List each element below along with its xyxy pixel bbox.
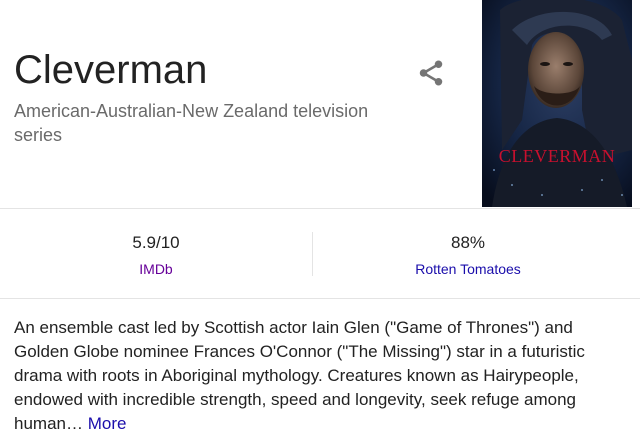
divider xyxy=(0,298,640,299)
panel-header: Cleverman American-Australian-New Zealan… xyxy=(0,0,640,208)
description: An ensemble cast led by Scottish actor I… xyxy=(14,316,620,436)
rating-source-link[interactable]: Rotten Tomatoes xyxy=(312,258,624,280)
knowledge-panel: Cleverman American-Australian-New Zealan… xyxy=(0,0,640,439)
share-icon[interactable] xyxy=(416,58,446,88)
show-title: Cleverman xyxy=(14,48,208,92)
rating-imdb: 5.9/10 IMDb xyxy=(0,232,312,280)
imdb-link[interactable]: IMDb xyxy=(139,261,172,277)
rotten-tomatoes-link[interactable]: Rotten Tomatoes xyxy=(415,261,521,277)
divider xyxy=(0,208,640,209)
more-link[interactable]: More xyxy=(88,414,127,433)
rating-source-link[interactable]: IMDb xyxy=(0,258,312,280)
rating-score: 5.9/10 xyxy=(132,233,180,252)
rating-rotten-tomatoes: 88% Rotten Tomatoes xyxy=(312,232,624,280)
svg-text:CLEVERMAN: CLEVERMAN xyxy=(499,146,616,166)
show-subtitle: American-Australian-New Zealand televisi… xyxy=(14,101,369,145)
rating-score: 88% xyxy=(450,233,486,252)
show-poster-image[interactable]: CLEVERMAN xyxy=(482,0,632,207)
